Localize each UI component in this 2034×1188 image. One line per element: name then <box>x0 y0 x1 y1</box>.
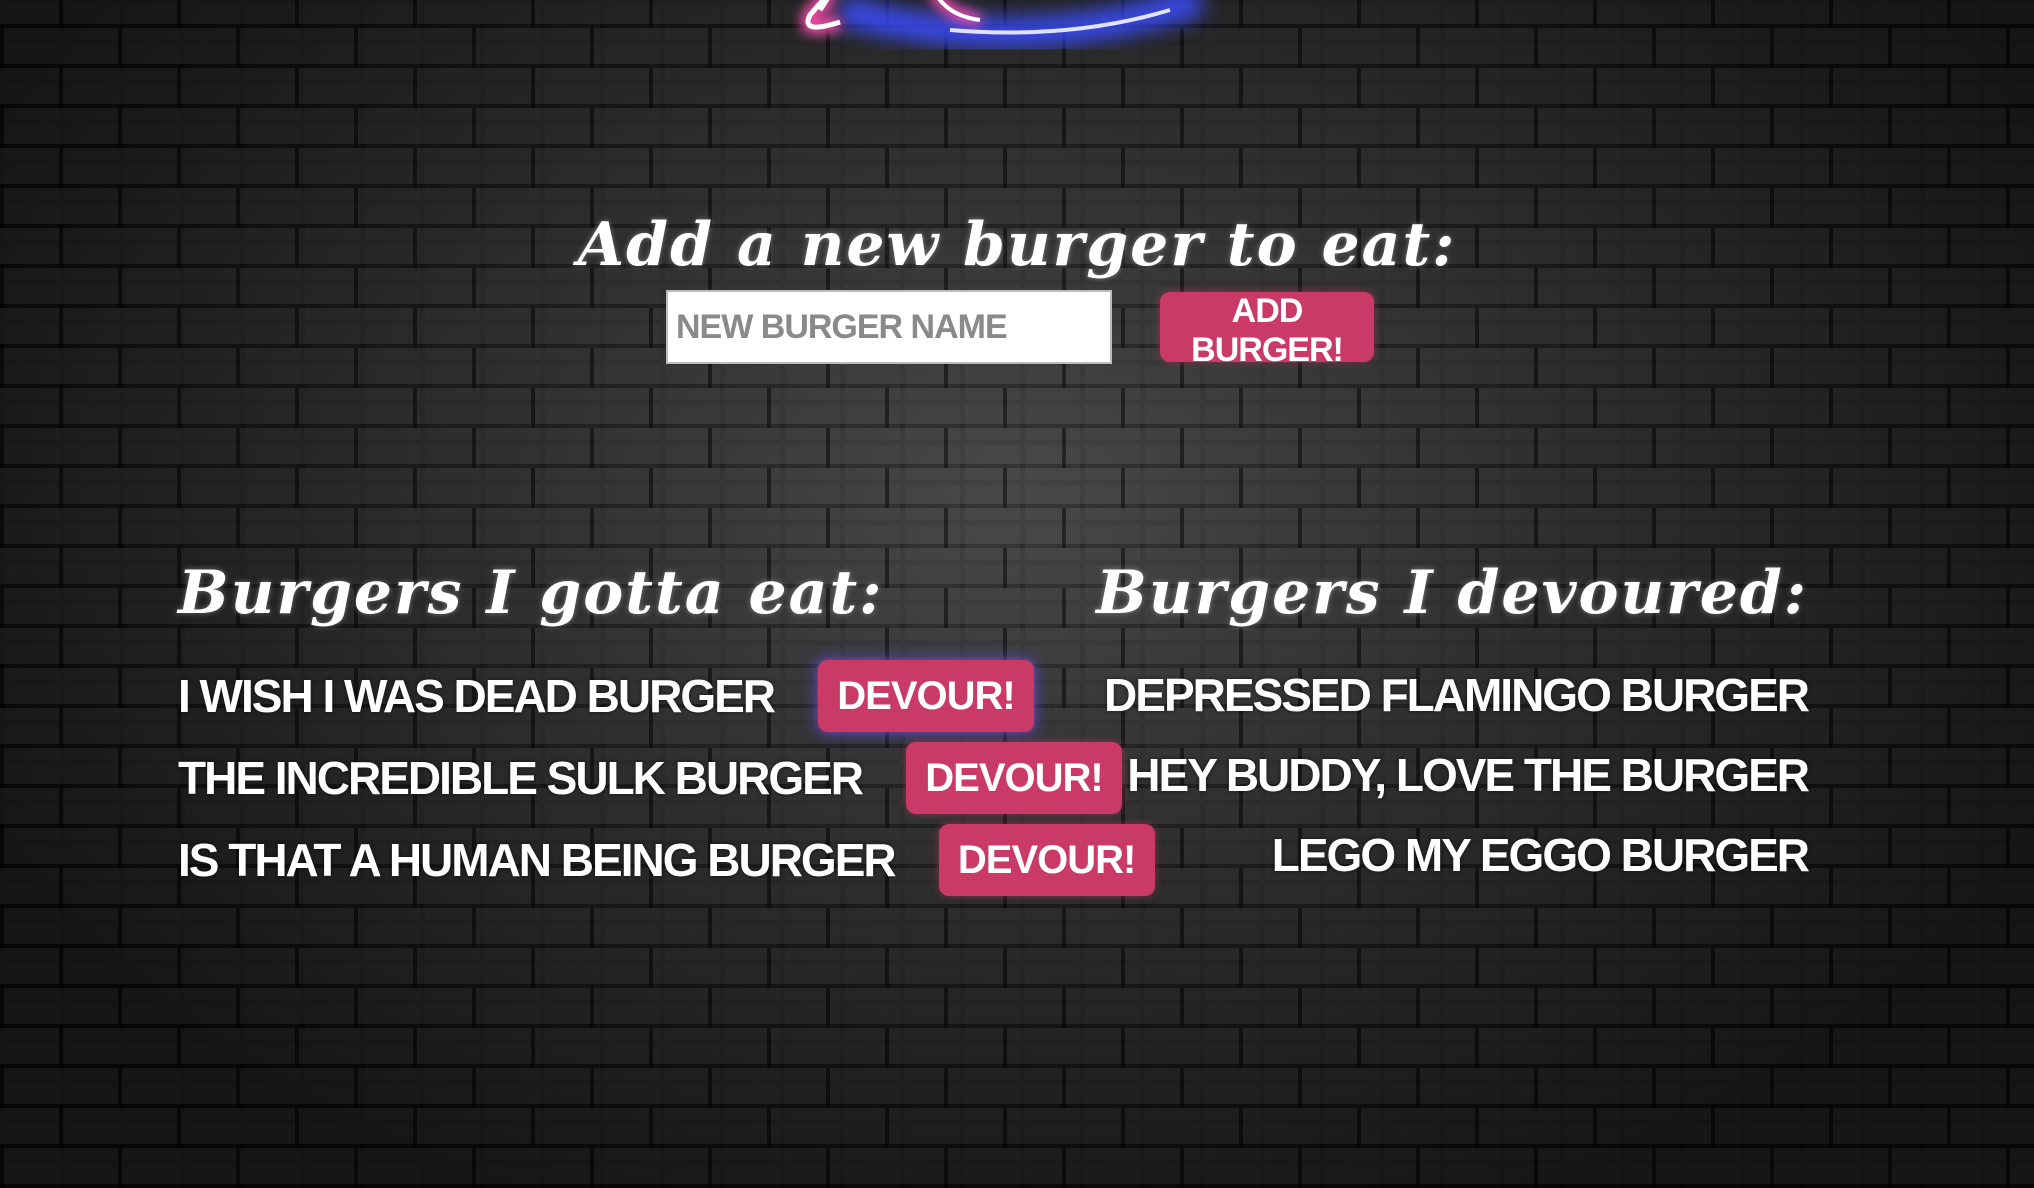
add-burger-button[interactable]: Add Burger! <box>1160 292 1374 369</box>
list-item: Hey Buddy, Love the Burger <box>1104 735 1810 815</box>
devour-button[interactable]: Devour! <box>906 742 1123 814</box>
burgers-to-eat-list: I wish I was dead burger Devour! The Inc… <box>178 655 1155 901</box>
add-burger-heading: Add a new burger to eat: <box>577 210 1457 280</box>
burger-name: I wish I was dead burger <box>178 670 776 722</box>
add-burger-form: Add Burger! <box>666 290 1386 369</box>
devoured-burger-name: Hey Buddy, Love the Burger <box>1127 749 1810 801</box>
list-item: Lego My Eggo Burger <box>1104 815 1810 895</box>
burger-name: The Incredible Sulk Burger <box>178 752 864 804</box>
devour-button[interactable]: Devour! <box>818 660 1035 732</box>
neon-sign-logo-icon <box>801 0 1205 48</box>
devoured-burger-name: Lego My Eggo Burger <box>1271 829 1810 881</box>
list-item: Depressed Flamingo Burger <box>1104 655 1810 735</box>
list-item: The Incredible Sulk Burger Devour! <box>178 737 1155 819</box>
list-item: I wish I was dead burger Devour! <box>178 655 1155 737</box>
devoured-burgers-heading: Burgers I devoured: <box>1096 558 1808 628</box>
list-item: Is that a human being burger Devour! <box>178 819 1155 901</box>
new-burger-name-input[interactable] <box>666 290 1112 364</box>
burger-name: Is that a human being burger <box>178 834 897 886</box>
devoured-burgers-list: Depressed Flamingo Burger Hey Buddy, Lov… <box>1104 655 1810 895</box>
devoured-burger-name: Depressed Flamingo Burger <box>1104 669 1810 721</box>
burgers-to-eat-heading: Burgers I gotta eat: <box>178 558 884 628</box>
